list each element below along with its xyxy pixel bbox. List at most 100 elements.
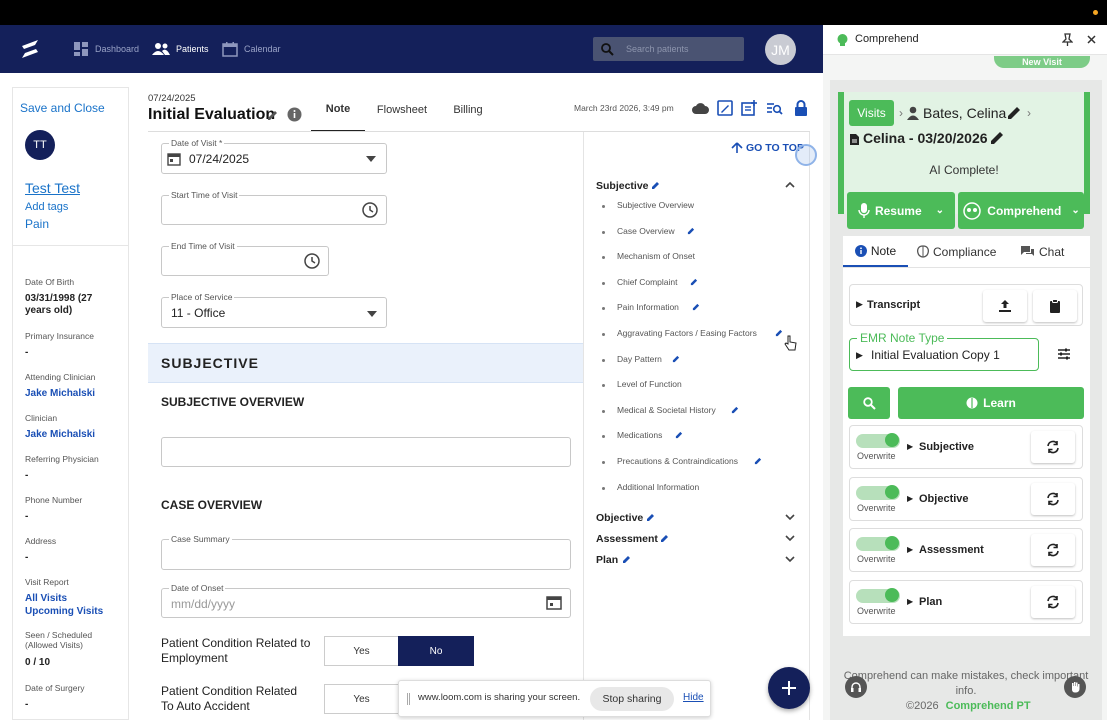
add-fab-button[interactable] xyxy=(768,667,810,709)
all-visits-link[interactable]: All Visits xyxy=(25,593,67,604)
pencil-icon[interactable] xyxy=(731,406,739,414)
attending-value[interactable]: Jake Michalski xyxy=(25,388,95,399)
pencil-icon[interactable] xyxy=(754,457,762,465)
chevron-down-icon[interactable] xyxy=(785,514,795,521)
search-transcript-button[interactable] xyxy=(848,387,890,419)
section-name[interactable]: Objective xyxy=(919,493,969,505)
outline-assessment[interactable]: Assessment xyxy=(596,533,658,545)
brand-link[interactable]: Comprehend PT xyxy=(946,700,1031,712)
drag-handle[interactable] xyxy=(407,693,410,705)
save-close-button[interactable]: Save and Close xyxy=(20,101,105,115)
chevron-up-icon[interactable] xyxy=(785,181,795,188)
regenerate-button[interactable] xyxy=(1031,483,1075,515)
hand-button[interactable] xyxy=(1064,676,1086,698)
tag-pain[interactable]: Pain xyxy=(25,217,49,231)
headset-button[interactable] xyxy=(845,676,867,698)
nav-patients[interactable]: Patients xyxy=(152,25,209,73)
tab-note[interactable]: Note xyxy=(311,88,365,132)
learn-button[interactable]: Learn xyxy=(898,387,1084,419)
upcoming-visits-link[interactable]: Upcoming Visits xyxy=(25,606,103,617)
regenerate-button[interactable] xyxy=(1031,431,1075,463)
regenerate-button[interactable] xyxy=(1031,586,1075,618)
overwrite-toggle[interactable] xyxy=(856,588,900,603)
stop-sharing-button[interactable]: Stop sharing xyxy=(590,687,674,711)
outline-item[interactable]: Medical & Societal History xyxy=(617,405,716,415)
pencil-icon[interactable] xyxy=(692,303,700,311)
outline-item[interactable]: Additional Information xyxy=(617,482,699,492)
clock-icon[interactable] xyxy=(304,253,320,269)
user-avatar[interactable]: JM xyxy=(765,34,796,65)
pencil-icon[interactable] xyxy=(1007,106,1021,120)
auto-yes-button[interactable]: Yes xyxy=(324,684,399,714)
employment-no-button[interactable]: No xyxy=(398,636,474,666)
pencil-icon[interactable] xyxy=(646,513,655,522)
pencil-icon[interactable] xyxy=(672,355,680,363)
lock-icon[interactable] xyxy=(794,100,808,116)
nav-dashboard[interactable]: Dashboard xyxy=(73,25,139,73)
chevron-down-icon[interactable] xyxy=(785,556,795,563)
overwrite-toggle[interactable] xyxy=(856,536,900,551)
tab-note-cp[interactable]: Note xyxy=(843,236,908,267)
pencil-icon[interactable] xyxy=(660,534,669,543)
overwrite-toggle[interactable] xyxy=(856,485,900,500)
outline-objective[interactable]: Objective xyxy=(596,512,643,524)
upload-button[interactable] xyxy=(983,290,1027,322)
close-icon[interactable] xyxy=(1087,35,1096,44)
subjective-overview-textarea[interactable] xyxy=(161,437,571,467)
outline-subjective[interactable]: Subjective xyxy=(596,180,649,192)
tab-compliance[interactable]: Compliance xyxy=(916,236,1006,267)
employment-yes-button[interactable]: Yes xyxy=(324,636,399,666)
chevron-down-icon[interactable]: ⌄ xyxy=(1071,205,1079,216)
outline-item[interactable]: Case Overview xyxy=(617,226,675,236)
patient-breadcrumb[interactable]: Bates, Celina xyxy=(923,105,1006,121)
pencil-icon[interactable] xyxy=(651,181,660,190)
clipboard-button[interactable] xyxy=(1033,290,1077,322)
outline-item[interactable]: Medications xyxy=(617,430,662,440)
app-logo-icon[interactable] xyxy=(18,37,42,61)
section-name[interactable]: Assessment xyxy=(919,544,984,556)
clock-icon[interactable] xyxy=(362,202,378,218)
outline-item[interactable]: Mechanism of Onset xyxy=(617,251,695,261)
overwrite-toggle[interactable] xyxy=(856,433,900,448)
transcript-card[interactable]: ▶ Transcript xyxy=(849,284,1083,326)
outline-item[interactable]: Precautions & Contraindications xyxy=(617,456,738,466)
add-note-icon[interactable] xyxy=(741,100,757,116)
chevron-down-icon[interactable]: ⌄ xyxy=(936,205,944,216)
patient-search[interactable] xyxy=(593,37,744,61)
edit-note-icon[interactable] xyxy=(717,100,733,116)
search-list-icon[interactable] xyxy=(766,101,783,116)
pencil-icon[interactable] xyxy=(687,227,695,235)
search-input[interactable] xyxy=(626,44,736,54)
outline-item[interactable]: Level of Function xyxy=(617,379,682,389)
cloud-icon[interactable] xyxy=(692,102,709,115)
outline-item[interactable]: Day Pattern xyxy=(617,354,662,364)
regenerate-button[interactable] xyxy=(1031,534,1075,566)
section-name[interactable]: Subjective xyxy=(919,441,974,453)
tab-billing[interactable]: Billing xyxy=(440,88,496,132)
outline-item[interactable]: Aggravating Factors / Easing Factors xyxy=(617,328,757,338)
pencil-icon[interactable] xyxy=(775,329,783,337)
resume-button[interactable]: Resume ⌄ xyxy=(847,192,955,229)
outline-item[interactable]: Pain Information xyxy=(617,302,679,312)
outline-plan[interactable]: Plan xyxy=(596,554,618,566)
pencil-icon[interactable] xyxy=(690,278,698,286)
pencil-icon[interactable] xyxy=(990,131,1004,145)
nav-calendar[interactable]: Calendar xyxy=(222,25,281,73)
outline-item[interactable]: Chief Complaint xyxy=(617,277,677,287)
section-name[interactable]: Plan xyxy=(919,596,942,608)
hide-link[interactable]: Hide xyxy=(683,692,704,703)
patient-name-link[interactable]: Test Test xyxy=(25,180,80,196)
tab-chat[interactable]: Chat xyxy=(1020,236,1080,267)
chevron-down-icon[interactable] xyxy=(785,535,795,542)
info-icon[interactable] xyxy=(287,107,302,122)
add-tags-link[interactable]: Add tags xyxy=(25,201,68,213)
pencil-icon[interactable] xyxy=(622,555,631,564)
calendar-icon[interactable] xyxy=(546,594,562,610)
pencil-icon[interactable] xyxy=(675,431,683,439)
outline-item[interactable]: Subjective Overview xyxy=(617,200,694,210)
go-to-top-link[interactable]: GO TO TOP xyxy=(731,142,804,154)
pin-icon[interactable] xyxy=(1062,33,1073,46)
settings-sliders-icon[interactable] xyxy=(1057,347,1071,361)
comprehend-button[interactable]: Comprehend ⌄ xyxy=(958,192,1084,229)
visits-button[interactable]: Visits xyxy=(849,100,894,126)
